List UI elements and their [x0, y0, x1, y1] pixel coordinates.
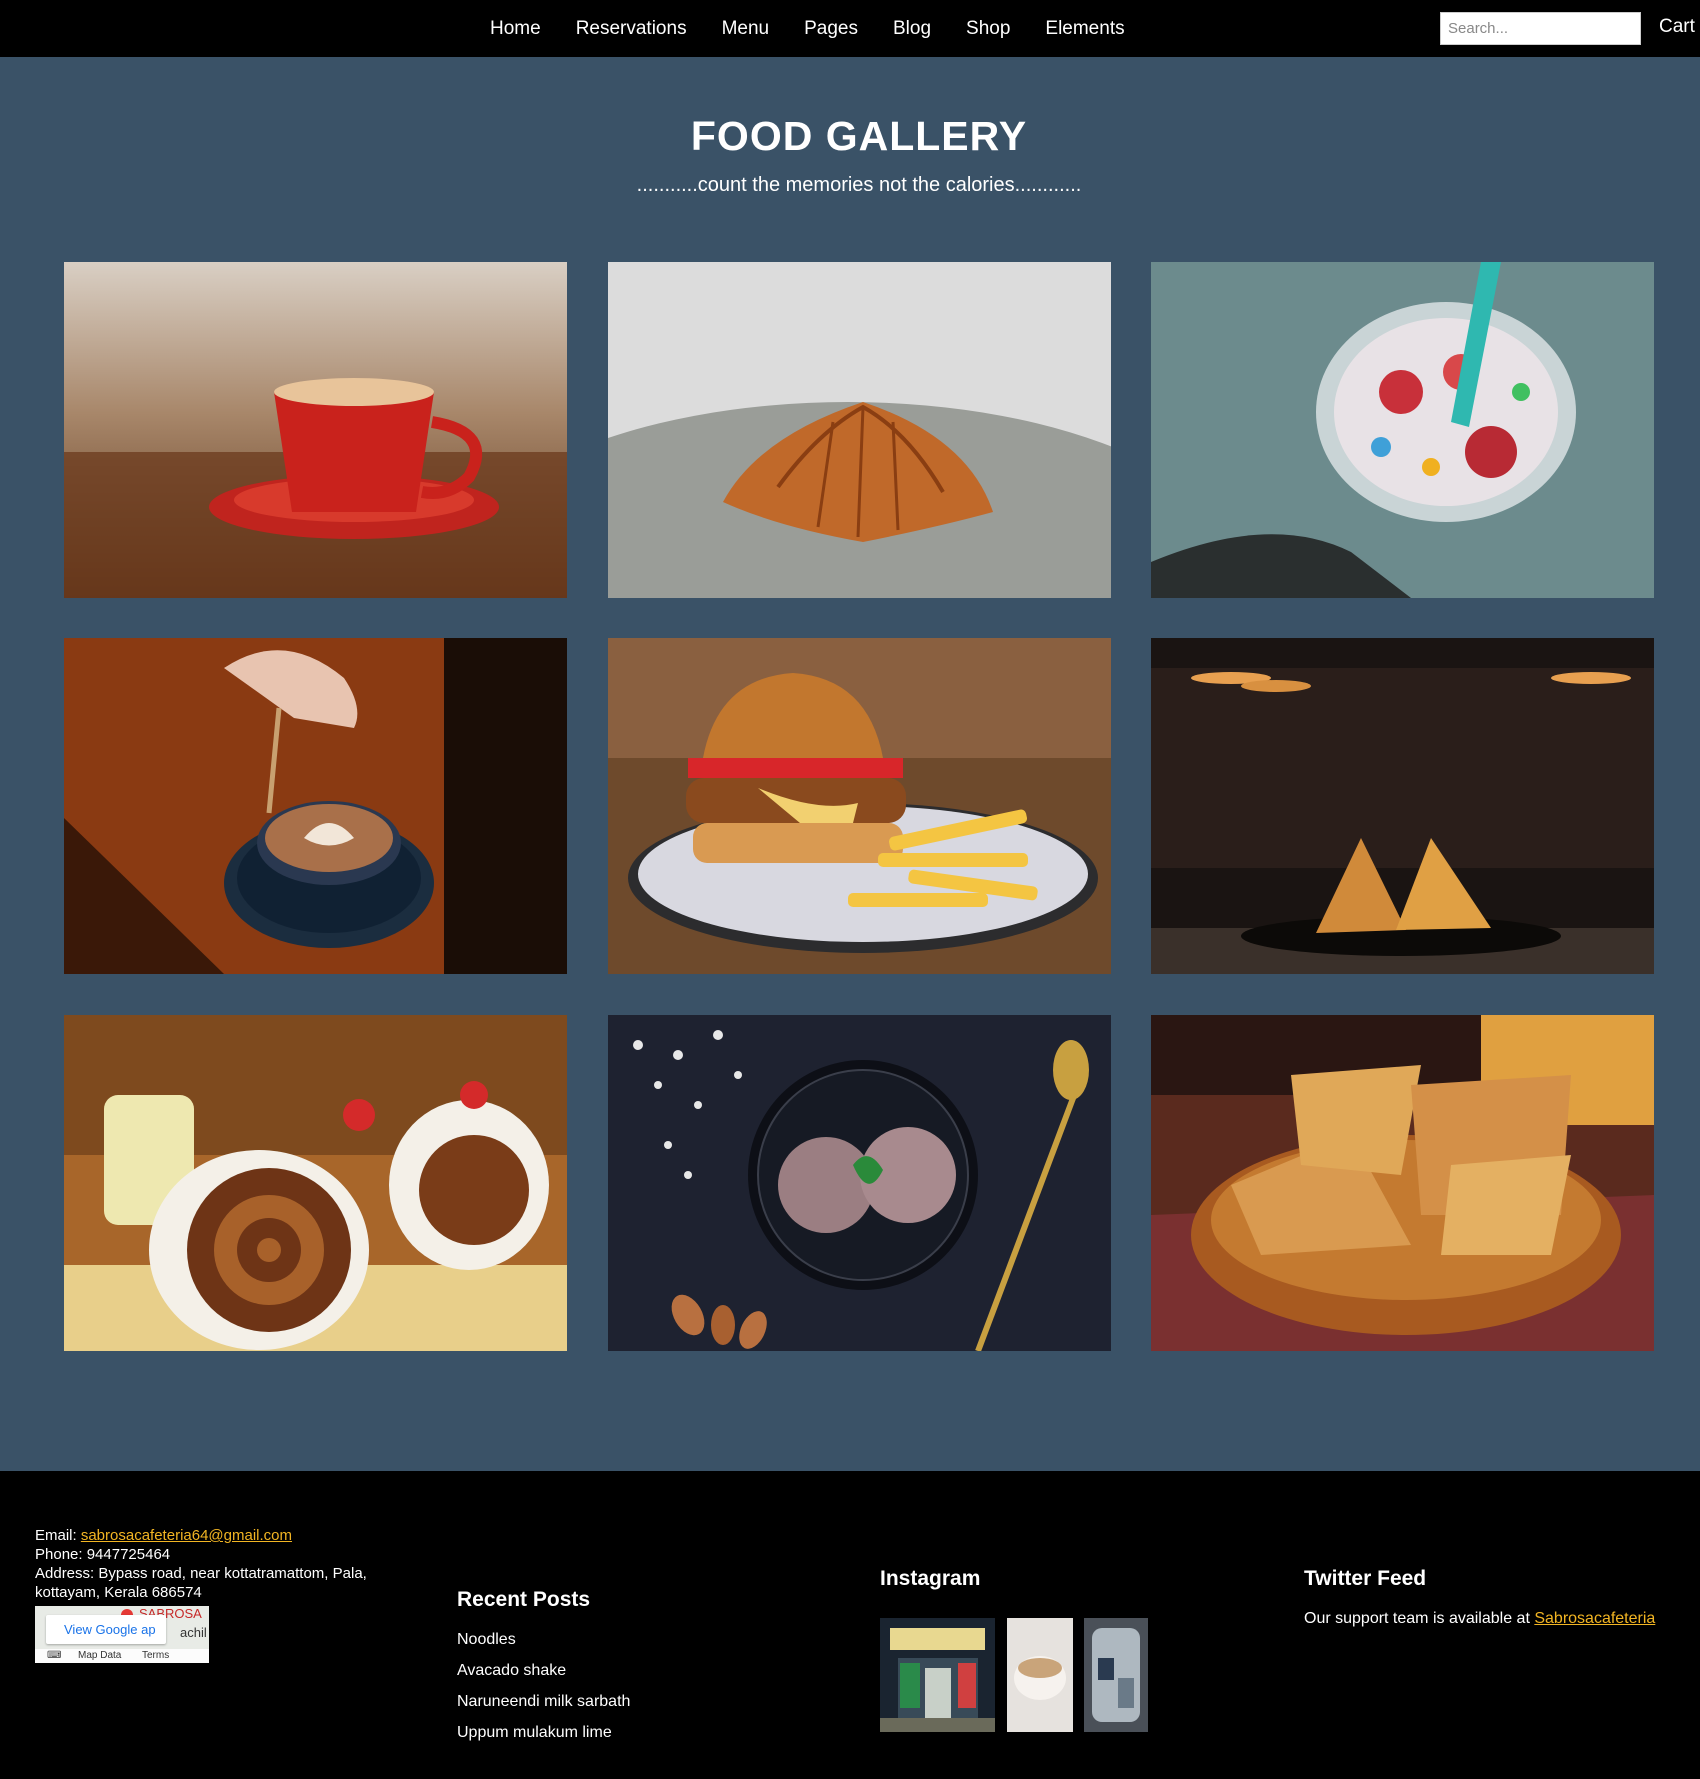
map-embed[interactable]: SABROSA achil View Google ap ⌨ Map Data …: [35, 1606, 209, 1663]
twitter-feed-text: Our support team is available at Sabrosa…: [1304, 1610, 1655, 1628]
recent-post-item[interactable]: Avacado shake: [457, 1662, 630, 1693]
email-link[interactable]: sabrosacafeteria64@gmail.com: [81, 1527, 292, 1544]
gallery-photo-croissant[interactable]: [608, 262, 1111, 598]
burger-image: [608, 638, 1111, 974]
email-label: Email:: [35, 1527, 81, 1544]
nav-item-menu[interactable]: Menu: [722, 18, 770, 40]
nav-menu: Home Reservations Menu Pages Blog Shop E…: [490, 0, 1160, 57]
contact-address: Address: Bypass road, near kottatramatto…: [35, 1565, 367, 1601]
shake-image: [1151, 262, 1654, 598]
gallery-photo-paratha[interactable]: [1151, 1015, 1654, 1351]
gallery-photo-ice-cream[interactable]: [608, 1015, 1111, 1351]
cart-link[interactable]: Cart: [1659, 16, 1695, 38]
nav-item-reservations[interactable]: Reservations: [576, 18, 687, 40]
twitter-text-label: Our support team is available at: [1304, 1610, 1535, 1627]
gallery-photo-latte-art[interactable]: [64, 638, 567, 974]
swiss-roll-image: [64, 1015, 567, 1351]
recent-post-item[interactable]: Naruneendi milk sarbath: [457, 1693, 630, 1724]
paratha-image: [1151, 1015, 1654, 1351]
instagram-image: [880, 1618, 995, 1732]
recent-post-item[interactable]: Noodles: [457, 1631, 630, 1662]
gallery-photo-shake[interactable]: [1151, 262, 1654, 598]
map-data-link[interactable]: Map Data: [78, 1649, 121, 1663]
nav-item-shop[interactable]: Shop: [966, 18, 1010, 40]
gallery-photo-burger[interactable]: [608, 638, 1111, 974]
page-subtitle: ...........count the memories not the ca…: [636, 174, 1082, 196]
samosa-image: [1151, 638, 1654, 974]
recent-post-item[interactable]: Uppum mulakum lime: [457, 1724, 630, 1755]
ice-cream-image: [608, 1015, 1111, 1351]
instagram-photo-interior[interactable]: [1084, 1618, 1148, 1732]
gallery-photo-coffee-cup[interactable]: [64, 262, 567, 598]
instagram-image: [1084, 1618, 1148, 1732]
croissant-image: [608, 262, 1111, 598]
instagram-photo-cafe-front[interactable]: [880, 1618, 995, 1732]
instagram-heading: Instagram: [880, 1567, 981, 1590]
contact-email-line: Email: sabrosacafeteria64@gmail.com: [35, 1526, 415, 1545]
gallery-photo-samosa[interactable]: [1151, 638, 1654, 974]
nav-item-home[interactable]: Home: [490, 18, 541, 40]
map-terms-link[interactable]: Terms: [142, 1649, 169, 1663]
map-attribution: ⌨ Map Data Terms: [35, 1649, 209, 1663]
instagram-image: [1007, 1618, 1073, 1732]
gallery-photo-swiss-roll[interactable]: [64, 1015, 567, 1351]
contact-block: Email: sabrosacafeteria64@gmail.com Phon…: [35, 1526, 415, 1602]
keyboard-icon: ⌨: [47, 1650, 62, 1661]
nav-item-pages[interactable]: Pages: [804, 18, 858, 40]
view-google-maps-button[interactable]: View Google ap: [46, 1615, 166, 1644]
contact-phone: Phone: 9447725464: [35, 1546, 171, 1563]
top-navbar: Home Reservations Menu Pages Blog Shop E…: [0, 0, 1700, 57]
coffee-cup-image: [64, 262, 567, 598]
recent-posts-list: Noodles Avacado shake Naruneendi milk sa…: [457, 1631, 630, 1755]
latte-art-image: [64, 638, 567, 974]
search-input[interactable]: [1440, 12, 1641, 45]
page-title: FOOD GALLERY: [690, 113, 1028, 159]
nav-item-blog[interactable]: Blog: [893, 18, 931, 40]
instagram-photo-tea-cup[interactable]: [1007, 1618, 1073, 1732]
twitter-account-link[interactable]: Sabrosacafeteria: [1534, 1610, 1655, 1627]
nav-item-elements[interactable]: Elements: [1045, 18, 1124, 40]
map-side-label: achil: [180, 1625, 207, 1640]
twitter-feed-heading: Twitter Feed: [1304, 1567, 1427, 1590]
site-footer: Email: sabrosacafeteria64@gmail.com Phon…: [0, 1471, 1700, 1779]
recent-posts-heading: Recent Posts: [457, 1588, 591, 1611]
